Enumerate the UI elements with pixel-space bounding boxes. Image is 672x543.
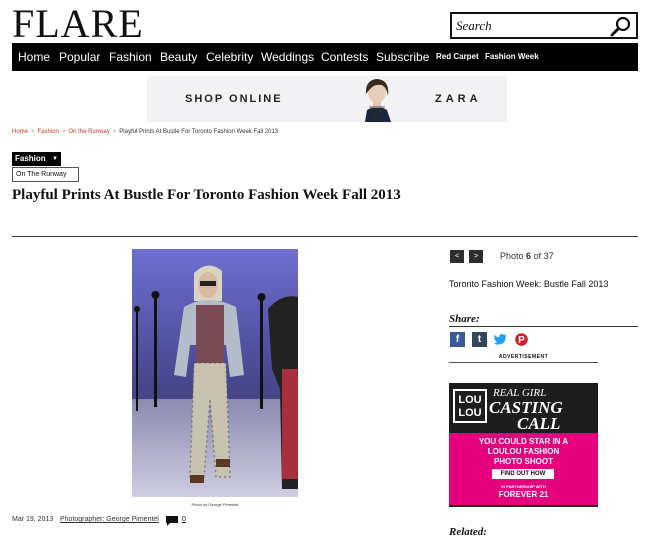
nav-item-fashion[interactable]: Fashion [109,43,152,71]
article-title: Playful Prints At Bustle For Toronto Fas… [12,187,401,203]
ad-star-line-2: LOULOU FASHION [487,447,560,456]
runway-photo[interactable] [132,249,298,497]
photographer-link[interactable]: Photographer: George Pimentel [60,516,159,523]
site-logo[interactable]: FLARE [12,4,144,44]
breadcrumb-home[interactable]: Home [12,129,28,135]
nav-item-contests[interactable]: Contests [321,43,368,71]
subcategory-tag[interactable]: On The Runway [12,167,79,182]
ad-star-line-1: YOU COULD STAR IN A [478,437,569,446]
ad-star-line-3: PHOTO SHOOT [494,457,553,466]
share-divider [449,326,638,327]
nav-item-red-carpet[interactable]: Red Carpet [436,43,479,71]
ad-pink-panel: YOU COULD STAR IN A LOULOU FASHION PHOTO… [449,433,598,505]
banner-ad-text: SHOP ONLINE [185,93,283,105]
next-photo-button[interactable]: > [469,250,483,263]
nav-item-popular[interactable]: Popular [59,43,100,71]
nav-item-weddings[interactable]: Weddings [261,43,314,71]
search-box [450,12,638,39]
comment-icon[interactable] [166,516,178,526]
share-label: Share: [449,313,480,325]
breadcrumb-current: Playful Prints At Bustle For Toronto Fas… [119,129,279,135]
article-date: Mar 19, 2013 [12,516,54,523]
loulou-logo: LOU LOU [453,389,487,423]
advertisement-divider [449,362,598,363]
nav-item-subscribe[interactable]: Subscribe [376,43,429,71]
breadcrumb: Home > Fashion > On the Runway > Playful Print… [12,129,279,135]
photo-credit: Photo by George Pimentel [191,502,239,507]
main-nav: Home Popular Fashion Beauty Celebrity We… [12,43,638,71]
nav-item-beauty[interactable]: Beauty [160,43,197,71]
prev-photo-button[interactable]: < [450,250,464,263]
banner-ad-model-image [347,76,407,122]
loulou-ad[interactable]: LOU LOU REAL GIRL CASTING CALL YOU COULD… [449,383,598,507]
advertisement-label: ADVERTISEMENT [498,354,549,360]
ad-headline-3: CALL [517,414,561,433]
gallery-title: Toronto Fashion Week: Bustle Fall 2013 [449,279,609,289]
photo-counter: Photo 6 of 37 [500,251,554,261]
twitter-icon[interactable] [493,332,508,347]
chevron-down-icon: ▼ [52,156,58,162]
banner-ad[interactable]: SHOP ONLINE ZARA [147,76,507,122]
category-tag-label: Fashion [15,154,46,163]
pinterest-icon[interactable]: P [514,332,529,347]
tumblr-icon[interactable]: t [472,332,487,347]
nav-item-home[interactable]: Home [18,43,50,71]
ad-partner: FOREVER 21 [498,490,549,499]
related-label: Related: [449,526,487,538]
find-out-how-button[interactable]: FIND OUT HOW [492,469,554,479]
divider [12,236,638,237]
breadcrumb-on-the-runway[interactable]: On the Runway [68,129,109,135]
nav-item-celebrity[interactable]: Celebrity [206,43,253,71]
breadcrumb-fashion[interactable]: Fashion [38,129,59,135]
nav-item-fashion-week[interactable]: Fashion Week [485,43,539,71]
banner-ad-brand: ZARA [435,93,482,105]
facebook-icon[interactable]: f [450,332,465,347]
comment-count[interactable]: 0 [182,516,186,523]
ad-partner-label: IN PARTNERSHIP WITH [501,484,546,489]
svg-text:P: P [518,335,525,346]
search-icon[interactable] [610,16,632,38]
category-tag[interactable]: Fashion ▼ [12,152,61,166]
search-input[interactable] [456,17,606,35]
